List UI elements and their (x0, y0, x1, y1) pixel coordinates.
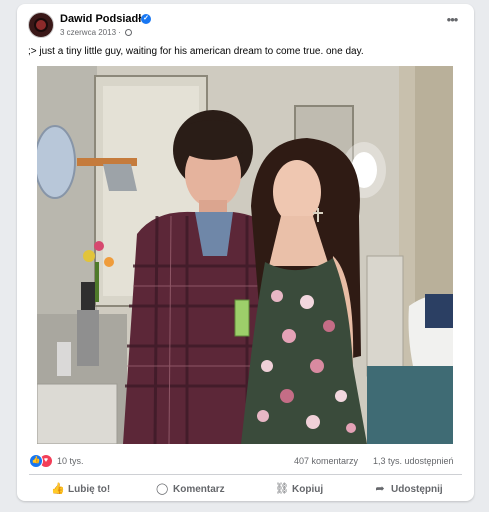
like-reaction-icon: 👍 (29, 454, 43, 468)
thumbs-up-icon: 👍 (51, 483, 65, 495)
date-separator: · (118, 28, 121, 37)
like-label: Lubię to! (68, 484, 111, 495)
copy-label: Kopiuj (292, 484, 324, 495)
post-photo[interactable] (37, 66, 453, 444)
verified-badge-icon: ✓ (141, 14, 151, 24)
comment-label: Komentarz (173, 484, 225, 495)
author-name[interactable]: Dawid Podsiadło (60, 13, 148, 25)
post-meta: 3 czerwca 2013 · (60, 28, 133, 37)
post-actions: 👍 Lubię to! ◯ Komentarz ⛓ Kopiuj ➦ Udostępni… (17, 477, 474, 501)
comments-count[interactable]: 407 komentarzy (294, 456, 358, 466)
reactions-count[interactable]: 10 tys. (57, 456, 84, 466)
copy-button[interactable]: ⛓ Kopiuj (275, 479, 323, 499)
link-icon: ⛓ (275, 483, 289, 495)
like-button[interactable]: 👍 Lubię to! (51, 479, 110, 499)
post-stats: 👍 ♥ 10 tys. 407 komentarzy 1,3 tys. udos… (17, 450, 474, 476)
globe-icon (125, 29, 133, 36)
share-button[interactable]: ➦ Udostępnij (374, 479, 443, 499)
more-options-button[interactable]: ••• (443, 13, 461, 30)
post-caption: ;> just a tiny little guy, waiting for h… (28, 46, 364, 57)
speech-bubble-icon: ◯ (156, 483, 169, 495)
share-arrow-icon: ➦ (375, 483, 385, 495)
post-header: Dawid Podsiadło ✓ 3 czerwca 2013 · ••• (17, 4, 474, 44)
author-avatar[interactable] (28, 12, 54, 38)
comment-button[interactable]: ◯ Komentarz (156, 479, 225, 499)
actions-divider (29, 474, 462, 475)
post-card: Dawid Podsiadło ✓ 3 czerwca 2013 · ••• ;… (17, 4, 474, 501)
shares-count[interactable]: 1,3 tys. udostępnień (373, 456, 454, 466)
share-label: Udostępnij (391, 484, 443, 495)
post-date[interactable]: 3 czerwca 2013 (60, 28, 116, 37)
